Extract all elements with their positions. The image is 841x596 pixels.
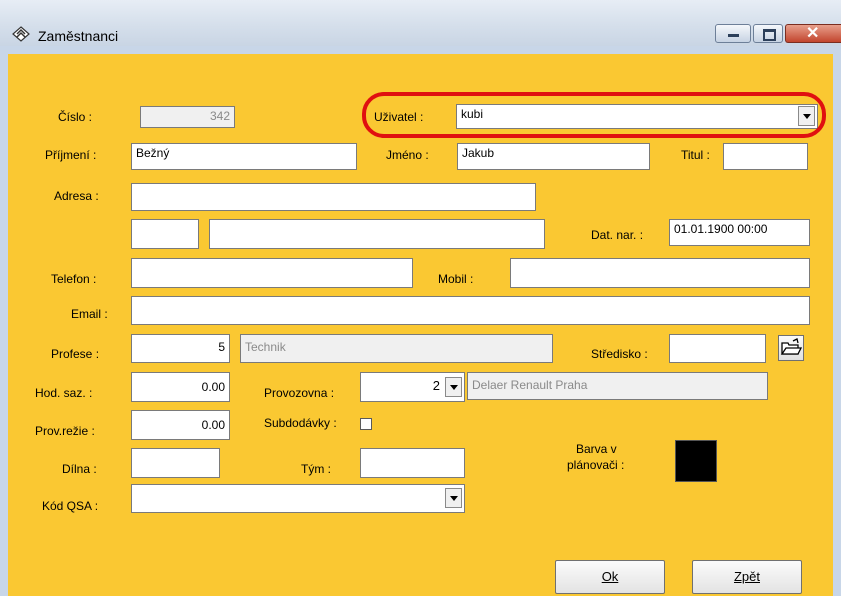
email-field[interactable] xyxy=(131,296,810,325)
dilna-field[interactable] xyxy=(131,448,220,478)
minimize-icon xyxy=(728,34,739,37)
cislo-label: Číslo : xyxy=(58,110,93,124)
zpet-button[interactable]: Zpět xyxy=(692,560,802,594)
dilna-label: Dílna : xyxy=(62,462,97,476)
window-titlebar: Zaměstnanci ✕ xyxy=(0,0,841,46)
adresa-field[interactable] xyxy=(131,183,536,211)
open-folder-icon xyxy=(780,338,803,355)
close-button[interactable]: ✕ xyxy=(785,24,841,43)
mesto-field[interactable] xyxy=(209,219,545,249)
barva-label-line2: plánovači : xyxy=(567,458,625,472)
ok-button[interactable]: Ok xyxy=(555,560,665,594)
profese-name-field: Technik xyxy=(240,334,553,363)
titul-field[interactable] xyxy=(723,143,808,170)
kod-qsa-select[interactable] xyxy=(131,484,465,513)
subdodavky-label: Subdodávky : xyxy=(264,416,337,430)
tym-label: Tým : xyxy=(301,462,331,476)
profese-label: Profese : xyxy=(51,347,100,361)
barva-label-line1: Barva v xyxy=(576,442,617,456)
telefon-label: Telefon : xyxy=(51,272,97,286)
mobil-label: Mobil : xyxy=(438,272,474,286)
maximize-button[interactable] xyxy=(753,24,783,43)
dat-nar-label: Dat. nar. : xyxy=(591,228,644,242)
stredisko-field[interactable] xyxy=(669,334,766,363)
minimize-button[interactable] xyxy=(715,24,751,43)
zpet-button-label: Zpět xyxy=(733,569,760,584)
close-icon: ✕ xyxy=(806,25,820,42)
provozovna-dropdown-arrow[interactable] xyxy=(445,377,462,397)
provozovna-name-field: Delaer Renault Praha xyxy=(467,372,768,400)
highlight-annotation xyxy=(362,92,826,138)
kod-qsa-label: Kód QSA : xyxy=(42,499,99,513)
window-title: Zaměstnanci xyxy=(38,28,119,44)
prijmeni-field[interactable]: Bežný xyxy=(131,143,357,170)
app-logo-icon xyxy=(12,26,30,42)
adresa-label: Adresa : xyxy=(54,189,99,203)
ok-button-label: Ok xyxy=(601,569,619,584)
jmeno-label: Jméno : xyxy=(386,148,429,162)
dat-nar-field[interactable]: 01.01.1900 00:00 xyxy=(669,219,810,246)
maximize-icon xyxy=(763,29,776,41)
profese-code-field[interactable]: 5 xyxy=(131,334,230,363)
kod-qsa-dropdown-arrow[interactable] xyxy=(445,488,462,508)
titul-label: Titul : xyxy=(681,148,710,162)
provozovna-label: Provozovna : xyxy=(264,386,335,400)
prov-rezie-label: Prov.režie : xyxy=(35,424,95,438)
psc-field[interactable] xyxy=(131,219,199,249)
form-panel: Číslo : 342 Uživatel : kubi Příjmení : B… xyxy=(8,54,833,596)
hod-saz-label: Hod. saz. : xyxy=(35,386,93,400)
stredisko-label: Středisko : xyxy=(591,347,648,361)
stredisko-browse-button[interactable] xyxy=(778,335,804,361)
subdodavky-checkbox[interactable] xyxy=(360,418,372,430)
tym-field[interactable] xyxy=(360,448,465,478)
prijmeni-label: Příjmení : xyxy=(45,148,97,162)
mobil-field[interactable] xyxy=(510,258,810,288)
prov-rezie-field[interactable]: 0.00 xyxy=(131,410,230,440)
email-label: Email : xyxy=(71,307,108,321)
hod-saz-field[interactable]: 0.00 xyxy=(131,372,230,402)
barva-color-swatch[interactable] xyxy=(675,440,717,482)
telefon-field[interactable] xyxy=(131,258,413,288)
jmeno-field[interactable]: Jakub xyxy=(457,143,650,170)
cislo-field: 342 xyxy=(140,106,235,128)
